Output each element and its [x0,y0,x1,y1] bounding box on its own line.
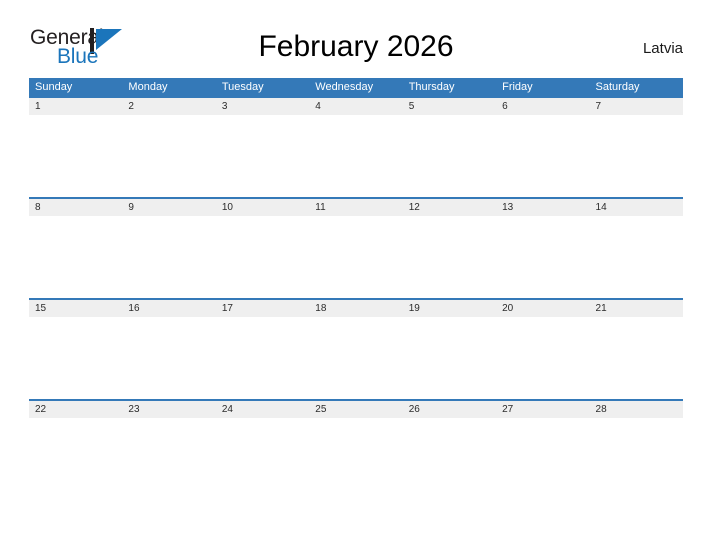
date-number[interactable]: 5 [403,98,496,115]
day-content-band [29,216,683,298]
day-cell[interactable] [496,115,589,197]
day-cell[interactable] [590,216,683,298]
day-content-band [29,317,683,399]
date-number[interactable]: 16 [122,300,215,317]
day-cell[interactable] [122,115,215,197]
region-label: Latvia [642,40,683,57]
day-cell[interactable] [496,317,589,399]
weekday-header-monday: Monday [128,81,168,93]
calendar-grid: Sunday Monday Tuesday Wednesday Thursday… [29,78,683,500]
date-number[interactable]: 9 [122,199,215,216]
date-number-band: 8 9 10 11 12 13 14 [29,199,683,216]
date-number[interactable]: 20 [496,300,589,317]
day-cell[interactable] [403,216,496,298]
date-number[interactable]: 21 [590,300,683,317]
day-cell[interactable] [29,317,122,399]
week-row: 15 16 17 18 19 20 21 [29,298,683,399]
day-cell[interactable] [590,317,683,399]
weekday-header-sunday: Sunday [35,81,73,93]
date-number[interactable]: 12 [403,199,496,216]
date-number[interactable]: 23 [122,401,215,418]
day-cell[interactable] [122,216,215,298]
date-number[interactable]: 4 [309,98,402,115]
day-cell[interactable] [216,317,309,399]
date-number[interactable]: 18 [309,300,402,317]
weekday-header-tuesday: Tuesday [221,81,264,93]
date-number-band: 15 16 17 18 19 20 21 [29,300,683,317]
date-number[interactable]: 3 [216,98,309,115]
date-number[interactable]: 14 [590,199,683,216]
day-cell[interactable] [403,115,496,197]
date-number[interactable]: 10 [216,199,309,216]
date-number-band: 22 23 24 25 26 27 28 [29,401,683,418]
day-cell[interactable] [496,216,589,298]
day-cell[interactable] [309,216,402,298]
date-number[interactable]: 11 [309,199,402,216]
date-number[interactable]: 24 [216,401,309,418]
week-row: 1 2 3 4 5 6 7 [29,96,683,197]
date-number[interactable]: 15 [29,300,122,317]
day-content-band [29,418,683,500]
weekday-header-thursday: Thursday [408,81,455,93]
day-cell[interactable] [590,115,683,197]
day-cell[interactable] [496,418,589,500]
date-number[interactable]: 13 [496,199,589,216]
day-cell[interactable] [122,317,215,399]
date-number[interactable]: 17 [216,300,309,317]
date-number[interactable]: 19 [403,300,496,317]
page-header: General Blue February 2026 Latvia [0,0,712,67]
date-number[interactable]: 25 [309,401,402,418]
day-cell[interactable] [29,115,122,197]
date-number[interactable]: 2 [122,98,215,115]
date-number[interactable]: 1 [29,98,122,115]
date-number[interactable]: 8 [29,199,122,216]
calendar-page: General Blue February 2026 Latvia Sunday… [0,0,712,550]
day-cell[interactable] [29,216,122,298]
date-number[interactable]: 7 [590,98,683,115]
day-cell[interactable] [403,317,496,399]
week-row: 8 9 10 11 12 13 14 [29,197,683,298]
date-number[interactable]: 22 [29,401,122,418]
week-row: 22 23 24 25 26 27 28 [29,399,683,500]
day-cell[interactable] [216,115,309,197]
day-cell[interactable] [590,418,683,500]
day-cell[interactable] [309,317,402,399]
weekday-header-friday: Friday [502,81,533,93]
day-content-band [29,115,683,197]
date-number[interactable]: 26 [403,401,496,418]
weekday-header-wednesday: Wednesday [315,81,374,93]
day-cell[interactable] [403,418,496,500]
date-number[interactable]: 28 [590,401,683,418]
day-cell[interactable] [122,418,215,500]
date-number-band: 1 2 3 4 5 6 7 [29,98,683,115]
day-cell[interactable] [29,418,122,500]
weekday-header-saturday: Saturday [595,81,640,93]
date-number[interactable]: 6 [496,98,589,115]
day-cell[interactable] [309,115,402,197]
day-cell[interactable] [216,418,309,500]
day-cell[interactable] [216,216,309,298]
weekday-header-row: Sunday Monday Tuesday Wednesday Thursday… [29,78,683,96]
day-cell[interactable] [309,418,402,500]
page-title: February 2026 [258,30,454,63]
date-number[interactable]: 27 [496,401,589,418]
